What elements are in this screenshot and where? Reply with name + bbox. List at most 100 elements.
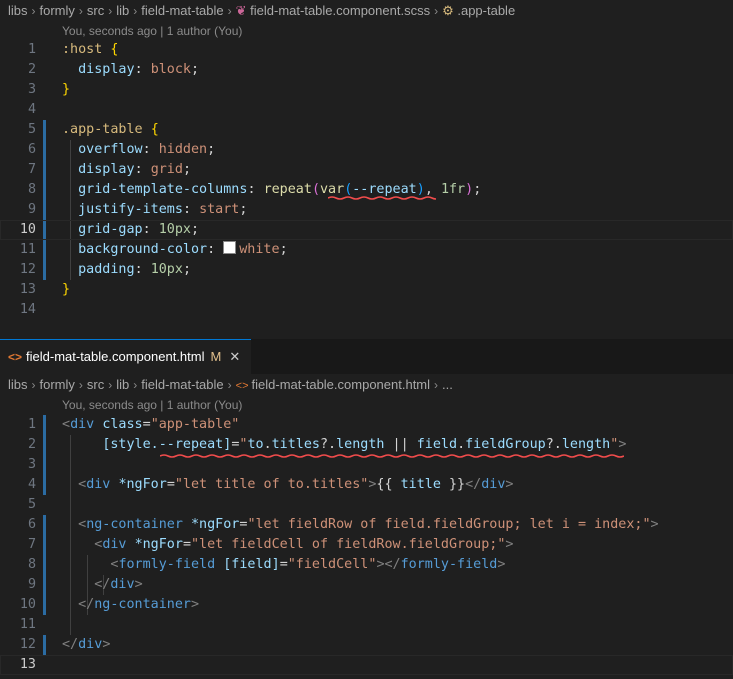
html-editor-pane[interactable]: <> field-mat-table.component.html M ✕ libs ›… xyxy=(0,339,733,679)
breadcrumb-item[interactable]: lib xyxy=(116,3,129,18)
code-line[interactable]: 12 padding: 10px; xyxy=(0,260,733,280)
code-text: display: block; xyxy=(78,62,200,77)
code-line[interactable]: 3 xyxy=(0,455,733,475)
line-number: 11 xyxy=(19,242,36,257)
scss-icon: ❦ xyxy=(235,3,251,18)
code-text: justify-items: start; xyxy=(78,202,248,217)
code-line[interactable]: 1:host { xyxy=(0,40,733,60)
code-line[interactable]: 9 justify-items: start; xyxy=(0,200,733,220)
line-number: 10 xyxy=(19,222,36,237)
breadcrumb-item[interactable]: src xyxy=(87,3,104,18)
chevron-right-icon: › xyxy=(434,4,439,18)
tab-label: field-mat-table.component.html xyxy=(26,349,205,364)
line-number: 6 xyxy=(27,517,36,532)
code-line[interactable]: 2 display: block; xyxy=(0,60,733,80)
code-text: padding: 10px; xyxy=(78,262,191,277)
line-number: 4 xyxy=(27,102,36,117)
chevron-right-icon: › xyxy=(133,4,138,18)
breadcrumb-item[interactable]: field-mat-table.component.scss xyxy=(250,3,430,18)
code-line[interactable]: 14 xyxy=(0,300,733,320)
line-number: 12 xyxy=(19,637,36,652)
line-number: 13 xyxy=(19,282,36,297)
code-text: :host { xyxy=(62,42,119,57)
code-line[interactable]: 4 xyxy=(0,100,733,120)
code-line[interactable]: 5 .app-table { xyxy=(0,120,733,140)
modified-badge: M xyxy=(210,349,222,364)
code-line[interactable]: 13} xyxy=(0,280,733,300)
line-number: 13 xyxy=(19,657,36,672)
scss-editor-pane[interactable]: libs › formly › src › lib › field-mat-table › ❦ fi… xyxy=(0,0,733,339)
chevron-right-icon: › xyxy=(108,4,113,18)
line-number: 5 xyxy=(27,497,36,512)
breadcrumb-item[interactable]: field-mat-table.component.html xyxy=(252,377,430,392)
line-number: 1 xyxy=(27,417,36,432)
code-text: <ng-container *ngFor="let fieldRow of fi… xyxy=(78,517,659,532)
code-line[interactable]: 9 </div> xyxy=(0,575,733,595)
code-text: [style.--repeat]="to.titles?.length || f… xyxy=(102,437,627,452)
chevron-right-icon: › xyxy=(31,4,36,18)
code-text: <div class="app-table" xyxy=(62,417,240,432)
line-number: 2 xyxy=(27,62,36,77)
code-line[interactable]: 6 overflow: hidden; xyxy=(0,140,733,160)
line-number: 9 xyxy=(27,577,36,592)
code-line[interactable]: 4 <div *ngFor="let title of to.titles">{… xyxy=(0,475,733,495)
code-line[interactable]: 10 </ng-container> xyxy=(0,595,733,615)
breadcrumb-item[interactable]: .app-table xyxy=(457,3,515,18)
code-text: <formly-field [field]="fieldCell"></form… xyxy=(110,557,506,572)
code-text: <div *ngFor="let fieldCell of fieldRow.f… xyxy=(94,537,514,552)
code-line[interactable]: 6 <ng-container *ngFor="let fieldRow of … xyxy=(0,515,733,535)
html-icon: <> xyxy=(235,380,252,392)
css-selector-icon: ⚙ xyxy=(442,3,458,18)
chevron-right-icon: › xyxy=(227,4,232,18)
chevron-right-icon: › xyxy=(78,378,83,392)
breadcrumb-item[interactable]: ... xyxy=(442,377,453,392)
code-line[interactable]: 13 xyxy=(0,655,733,675)
code-line[interactable]: 11 xyxy=(0,615,733,635)
breadcrumb-item[interactable]: libs xyxy=(8,3,28,18)
tab-field-mat-table-html[interactable]: <> field-mat-table.component.html M ✕ xyxy=(0,339,251,374)
breadcrumb-item[interactable]: field-mat-table xyxy=(141,3,223,18)
code-text: display: grid; xyxy=(78,162,191,177)
close-icon[interactable]: ✕ xyxy=(229,349,240,364)
line-number: 3 xyxy=(27,82,36,97)
code-line[interactable]: 2 [style.--repeat]="to.titles?.length ||… xyxy=(0,435,733,455)
line-number: 12 xyxy=(19,262,36,277)
breadcrumb-item[interactable]: formly xyxy=(40,377,75,392)
code-line[interactable]: 11 background-color: white; xyxy=(0,240,733,260)
git-blame-lens[interactable]: You, seconds ago | 1 author (You) xyxy=(62,398,242,412)
code-line[interactable]: 12 </div> xyxy=(0,635,733,655)
code-line[interactable]: 3} xyxy=(0,80,733,100)
code-text: .app-table { xyxy=(62,122,159,137)
code-line[interactable]: 7 <div *ngFor="let fieldCell of fieldRow… xyxy=(0,535,733,555)
breadcrumb-item[interactable]: formly xyxy=(40,3,75,18)
code-line[interactable]: 8 <formly-field [field]="fieldCell"></fo… xyxy=(0,555,733,575)
code-line[interactable]: 7 display: grid; xyxy=(0,160,733,180)
code-line[interactable]: 10 grid-gap: 10px; xyxy=(0,220,733,240)
code-text: } xyxy=(62,82,71,97)
line-number: 2 xyxy=(27,437,36,452)
line-number: 7 xyxy=(27,537,36,552)
code-text: </div> xyxy=(62,637,111,652)
line-number: 9 xyxy=(27,202,36,217)
git-blame-lens[interactable]: You, seconds ago | 1 author (You) xyxy=(62,24,242,38)
code-text: } xyxy=(62,282,71,297)
chevron-right-icon: › xyxy=(31,378,36,392)
line-number: 10 xyxy=(19,597,36,612)
code-text: </div> xyxy=(94,577,143,592)
breadcrumb-item[interactable]: lib xyxy=(116,377,129,392)
line-number: 11 xyxy=(19,617,36,632)
chevron-right-icon: › xyxy=(78,4,83,18)
color-swatch-icon[interactable] xyxy=(223,241,237,254)
code-line[interactable]: 1 <div class="app-table" xyxy=(0,415,733,435)
chevron-right-icon: › xyxy=(434,378,439,392)
code-line[interactable]: 5 xyxy=(0,495,733,515)
error-squiggle xyxy=(328,196,436,200)
line-number: 7 xyxy=(27,162,36,177)
code-text: </ng-container> xyxy=(78,597,200,612)
code-text: grid-gap: 10px; xyxy=(78,222,200,237)
breadcrumb-item[interactable]: src xyxy=(87,377,104,392)
breadcrumb-item[interactable]: libs xyxy=(8,377,28,392)
editor-tab-bar: <> field-mat-table.component.html M ✕ xyxy=(0,339,733,374)
breadcrumb-item[interactable]: field-mat-table xyxy=(141,377,223,392)
line-number: 6 xyxy=(27,142,36,157)
